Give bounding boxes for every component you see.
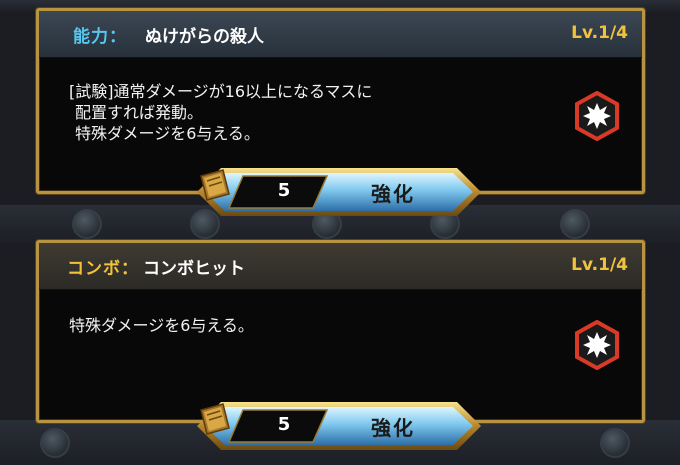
board-token — [72, 209, 102, 239]
board-token — [560, 209, 590, 239]
combo-label: コンボ： — [67, 258, 139, 279]
combo-card-header: コンボ： コンボヒット Lv.1/4 — [39, 243, 642, 290]
book-icon — [200, 169, 230, 201]
description-line: 特殊ダメージを6与える。 — [75, 124, 260, 143]
ability-level: Lv.1/4 — [571, 23, 628, 43]
enhance-cost: 5 — [277, 180, 291, 201]
description-line: 配置すれば発動。 — [75, 103, 204, 122]
combo-card: コンボ： コンボヒット Lv.1/4 特殊ダメージを6与える。 — [36, 240, 645, 423]
description-line: 特殊ダメージを6与える。 — [69, 316, 254, 335]
enhance-button-frame — [197, 168, 481, 216]
ability-description: [試験]通常ダメージが16以上になるマスに 配置すれば発動。 特殊ダメージを6与… — [69, 81, 509, 144]
combo-enhance-button[interactable]: 5 強化 — [195, 400, 483, 452]
board-token — [600, 428, 630, 458]
explosion-icon — [575, 320, 619, 370]
enhance-cost: 5 — [277, 414, 291, 435]
ability-card-header: 能力： ぬけがらの殺人 Lv.1/4 — [39, 11, 642, 58]
board-token — [40, 428, 70, 458]
explosion-icon — [575, 91, 619, 141]
ability-label: 能力： — [73, 26, 127, 47]
enhance-label: 強化 — [371, 182, 415, 206]
combo-name: コンボヒット — [143, 258, 245, 279]
book-icon — [200, 403, 230, 435]
description-line: [試験]通常ダメージが16以上になるマスに — [69, 82, 373, 101]
ability-enhance-button[interactable]: 5 強化 — [195, 166, 483, 218]
combo-description: 特殊ダメージを6与える。 — [69, 315, 509, 336]
combo-level: Lv.1/4 — [571, 255, 628, 275]
enhance-label: 強化 — [371, 416, 415, 440]
enhance-button-frame — [197, 402, 481, 450]
ability-name: ぬけがらの殺人 — [145, 26, 264, 47]
